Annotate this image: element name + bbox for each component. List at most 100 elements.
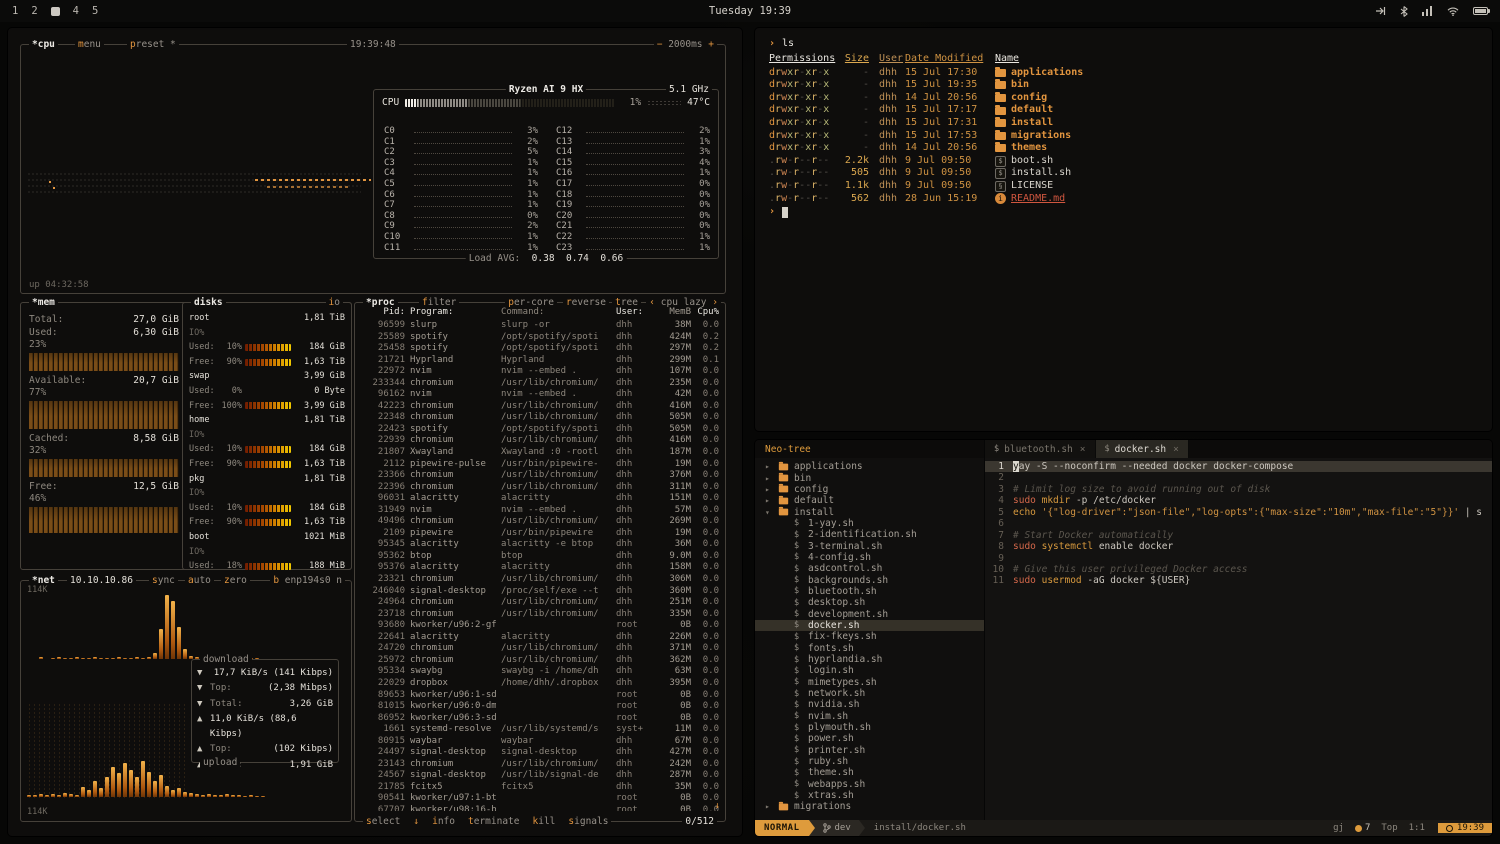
process-row[interactable]: 23143chromium/usr/lib/chromium/dhh242M0.…: [355, 759, 725, 771]
process-row[interactable]: 21721HyprlandHyprlanddhh299M0.1: [355, 355, 725, 367]
process-row[interactable]: 80915waybarwaybardhh67M0.0: [355, 736, 725, 748]
editor-line[interactable]: 7# Start Docker automatically: [985, 530, 1492, 541]
process-row[interactable]: 22348chromium/usr/lib/chromium/dhh505M0.…: [355, 412, 725, 424]
editor-line[interactable]: 4sudo mkdir -p /etc/docker: [985, 495, 1492, 506]
close-tab-icon[interactable]: ×: [1080, 444, 1086, 455]
tree-item-mimetypes.sh[interactable]: $mimetypes.sh: [755, 677, 984, 688]
interval-plus-icon[interactable]: +: [708, 39, 714, 50]
mem-box-title[interactable]: *mem: [29, 296, 58, 309]
preset-button[interactable]: preset *: [127, 38, 179, 51]
proc-column-header[interactable]: Pid:: [361, 307, 405, 317]
tray-expand-icon[interactable]: [1375, 6, 1386, 16]
proc-column-header[interactable]: Command:: [501, 307, 611, 317]
tree-item-nvim.sh[interactable]: $nvim.sh: [755, 711, 984, 722]
process-row[interactable]: 1661systemd-resolve/usr/lib/systemd/ssys…: [355, 724, 725, 736]
process-row[interactable]: 96162nvimnvim --embed .dhh42M0.0: [355, 389, 725, 401]
process-row[interactable]: 21807XwaylandXwayland :0 -rootldhh187M0.…: [355, 447, 725, 459]
close-tab-icon[interactable]: ×: [1173, 444, 1179, 455]
process-row[interactable]: 86952kworker/u96:3-sdroot0B0.0: [355, 713, 725, 725]
process-row[interactable]: 25589spotify/opt/spotify/spotidhh424M0.2: [355, 332, 725, 344]
editor-line[interactable]: 3# Limit log size to avoid running out o…: [985, 484, 1492, 495]
tree-item-install[interactable]: ▾install: [755, 506, 984, 517]
select-down-icon[interactable]: ↓: [413, 815, 419, 828]
process-row[interactable]: 90541kworker/u97:1-btroot0B0.0: [355, 793, 725, 805]
workspace-2[interactable]: 2: [31, 5, 37, 17]
process-row[interactable]: 89653kworker/u96:1-sdroot0B0.0: [355, 690, 725, 702]
tree-item-1-yay.sh[interactable]: $1-yay.sh: [755, 518, 984, 529]
tree-item-default[interactable]: ▸default: [755, 495, 984, 506]
terminal-window[interactable]: › ls PermissionsSizeUserDate ModifiedNam…: [755, 28, 1492, 431]
tree-item-backgrounds.sh[interactable]: $backgrounds.sh: [755, 574, 984, 585]
net-zero-button[interactable]: zero: [221, 574, 250, 587]
tree-item-asdcontrol.sh[interactable]: $asdcontrol.sh: [755, 563, 984, 574]
editor-line[interactable]: 5echo '{"log-driver":"json-file","log-op…: [985, 507, 1492, 518]
process-row[interactable]: 24567signal-desktop/usr/lib/signal-dedhh…: [355, 770, 725, 782]
process-row[interactable]: 95345alacrittyalacritty -e btopdhh36M0.0: [355, 539, 725, 551]
editor-line[interactable]: 11sudo usermod -aG docker ${USER}: [985, 575, 1492, 586]
proc-terminate-button[interactable]: terminate: [468, 815, 520, 828]
net-auto-button[interactable]: auto: [185, 574, 214, 587]
process-row[interactable]: 95362btopbtopdhh9.0M0.0: [355, 551, 725, 563]
process-row[interactable]: 246040signal-desktop/proc/self/exe --tdh…: [355, 586, 725, 598]
process-row[interactable]: 22972nvimnvim --embed .dhh107M0.0: [355, 366, 725, 378]
editor-line[interactable]: 1yay -S --noconfirm --needed docker dock…: [985, 461, 1492, 472]
shell-prompt-line[interactable]: ›: [769, 206, 1478, 219]
tree-item-nvidia.sh[interactable]: $nvidia.sh: [755, 699, 984, 710]
editor-line[interactable]: 6: [985, 518, 1492, 529]
interval-minus-icon[interactable]: −: [657, 39, 663, 50]
buffer-tab-docker.sh[interactable]: $docker.sh×: [1096, 440, 1189, 458]
process-row[interactable]: 24497signal-desktopsignal-desktopdhh427M…: [355, 747, 725, 759]
process-row[interactable]: 81015kworker/u96:0-dmroot0B0.0: [355, 701, 725, 713]
menu-button[interactable]: menu: [75, 38, 104, 51]
tree-item-network.sh[interactable]: $network.sh: [755, 688, 984, 699]
process-row[interactable]: 24964chromium/usr/lib/chromium/dhh251M0.…: [355, 597, 725, 609]
tree-item-bin[interactable]: ▸bin: [755, 472, 984, 483]
buffer-tab-bluetooth.sh[interactable]: $bluetooth.sh×: [985, 440, 1096, 458]
net-interface-switcher[interactable]: b enp194s0 n: [270, 574, 345, 587]
editor-line[interactable]: 2: [985, 472, 1492, 483]
process-row[interactable]: 23718chromium/usr/lib/chromium/dhh335M0.…: [355, 609, 725, 621]
battery-icon[interactable]: [1473, 7, 1488, 15]
tree-item-applications[interactable]: ▸applications: [755, 461, 984, 472]
process-row[interactable]: 25458spotify/opt/spotify/spotidhh297M0.2: [355, 343, 725, 355]
process-row[interactable]: 93680kworker/u96:2-gfroot0B0.0: [355, 620, 725, 632]
cpu-box-title[interactable]: *cpu: [29, 38, 58, 51]
workspace-3[interactable]: [51, 7, 60, 16]
proc-column-header[interactable]: User:: [616, 307, 650, 317]
editor-line[interactable]: 10# Give this user privileged Docker acc…: [985, 564, 1492, 575]
wifi-icon[interactable]: [1447, 7, 1459, 16]
proc-signals-button[interactable]: signals: [568, 815, 608, 828]
process-row[interactable]: 22641alacrittyalacrittydhh226M0.0: [355, 632, 725, 644]
terminal-cursor[interactable]: [782, 207, 788, 218]
process-row[interactable]: 22029dropbox/home/dhh/.dropboxdhh395M0.0: [355, 678, 725, 690]
disks-box-title[interactable]: disks: [191, 296, 226, 309]
tree-item-webapps.sh[interactable]: $webapps.sh: [755, 779, 984, 790]
process-row[interactable]: 22396chromium/usr/lib/chromium/dhh311M0.…: [355, 482, 725, 494]
process-row[interactable]: 31949nvimnvim --embed .dhh57M0.0: [355, 505, 725, 517]
proc-column-header[interactable]: Cpu%: [696, 307, 719, 317]
process-row[interactable]: 23366chromium/usr/lib/chromium/dhh376M0.…: [355, 470, 725, 482]
process-row[interactable]: 96599slurpslurp -ordhh38M0.0: [355, 320, 725, 332]
proc-column-header[interactable]: Program:: [410, 307, 496, 317]
tree-item-desktop.sh[interactable]: $desktop.sh: [755, 597, 984, 608]
process-row[interactable]: 22423spotify/opt/spotify/spotidhh505M0.0: [355, 424, 725, 436]
tree-item-login.sh[interactable]: $login.sh: [755, 665, 984, 676]
scroll-down-icon[interactable]: ↓: [715, 801, 720, 811]
workspace-4[interactable]: 4: [73, 5, 79, 17]
tree-item-4-config.sh[interactable]: $4-config.sh: [755, 552, 984, 563]
process-row[interactable]: 95376alacrittyalacrittydhh158M0.0: [355, 562, 725, 574]
process-row[interactable]: 2112pipewire-pulse/usr/bin/pipewire-dhh1…: [355, 459, 725, 471]
tree-item-migrations[interactable]: ▸migrations: [755, 801, 984, 812]
proc-kill-button[interactable]: kill: [532, 815, 555, 828]
tree-item-2-identification.sh[interactable]: $2-identification.sh: [755, 529, 984, 540]
volume-bars-icon[interactable]: [1422, 6, 1433, 16]
tree-item-fix-fkeys.sh[interactable]: $fix-fkeys.sh: [755, 631, 984, 642]
process-row[interactable]: 25972chromium/usr/lib/chromium/dhh362M0.…: [355, 655, 725, 667]
process-row[interactable]: 2109pipewire/usr/bin/pipewiredhh19M0.0: [355, 528, 725, 540]
workspace-5[interactable]: 5: [92, 5, 98, 17]
tree-item-xtras.sh[interactable]: $xtras.sh: [755, 790, 984, 801]
tree-item-hyprlandia.sh[interactable]: $hyprlandia.sh: [755, 654, 984, 665]
tree-item-bluetooth.sh[interactable]: $bluetooth.sh: [755, 586, 984, 597]
tree-item-3-terminal.sh[interactable]: $3-terminal.sh: [755, 540, 984, 551]
process-row[interactable]: 96031alacrittyalacrittydhh151M0.0: [355, 493, 725, 505]
